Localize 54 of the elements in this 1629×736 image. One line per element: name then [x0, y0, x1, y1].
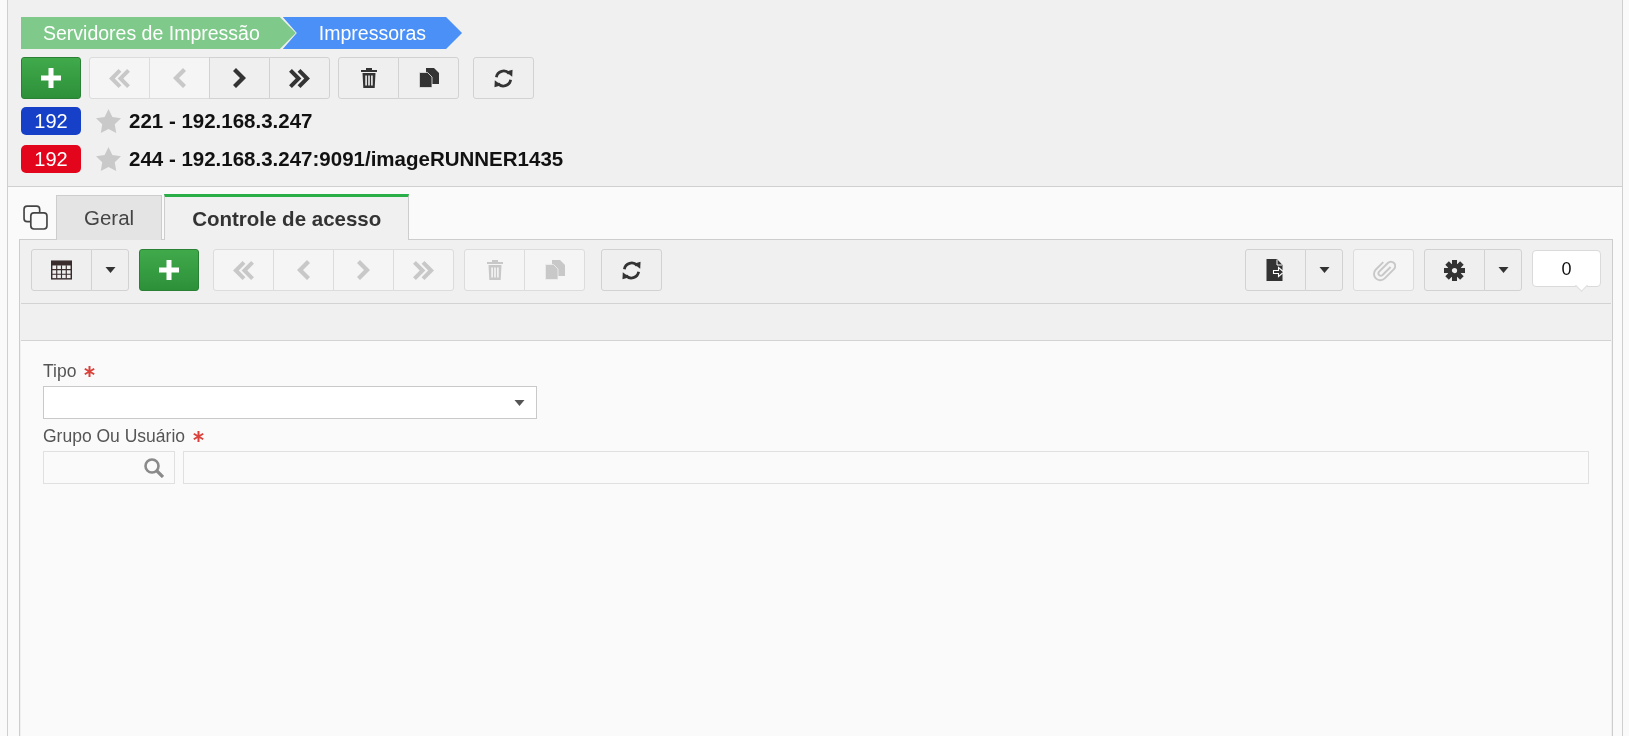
- search-icon: [144, 457, 164, 478]
- record-title: 244 - 192.168.3.247:9091/imageRUNNER1435: [129, 147, 564, 171]
- caret-icon: [1318, 267, 1330, 273]
- export-button[interactable]: [1245, 249, 1306, 291]
- tab[interactable]: Controle de acesso: [164, 194, 410, 240]
- settings-button[interactable]: [1424, 249, 1485, 291]
- plus-icon: [41, 68, 61, 88]
- select-field[interactable]: [43, 386, 537, 419]
- plus-icon: [159, 260, 179, 280]
- field-label: Grupo Ou Usuário: [43, 425, 185, 447]
- last-button[interactable]: [269, 57, 330, 99]
- star-icon[interactable]: [96, 109, 121, 133]
- double-chevron-left-icon: [233, 260, 254, 280]
- copy-icon: [544, 260, 565, 280]
- caret-icon: [1497, 267, 1509, 273]
- dropdown-button[interactable]: [1484, 249, 1522, 291]
- record-counter: 0: [1532, 250, 1601, 293]
- dropdown-button[interactable]: [1305, 249, 1343, 291]
- double-chevron-right-icon: [289, 68, 310, 88]
- text-field[interactable]: [183, 451, 1589, 484]
- double-chevron-right-icon: [413, 260, 434, 280]
- tab[interactable]: Geral: [56, 195, 163, 240]
- lookup-field[interactable]: [43, 451, 175, 484]
- chevron-right-icon: [233, 68, 246, 88]
- file-arrow-icon: [1266, 259, 1285, 281]
- overlap-squares-icon[interactable]: [23, 205, 48, 230]
- refresh-icon: [621, 259, 642, 281]
- copy-icon: [418, 68, 439, 88]
- chevron-left-icon: [173, 68, 186, 88]
- number-badge: 192: [21, 107, 81, 135]
- star-icon[interactable]: [96, 147, 121, 171]
- duplicate-button[interactable]: [398, 57, 459, 99]
- chevron-right-icon: [357, 260, 370, 280]
- double-chevron-left-icon: [109, 68, 130, 88]
- caret-icon: [514, 399, 525, 406]
- delete-button[interactable]: [338, 57, 399, 99]
- number-badge: 192: [21, 145, 81, 173]
- trash-icon: [486, 260, 503, 280]
- settings-icon: [1444, 259, 1465, 281]
- paperclip-icon: [1371, 258, 1396, 282]
- next-button[interactable]: [209, 57, 270, 99]
- refresh-button[interactable]: [473, 57, 534, 99]
- trash-icon: [360, 68, 377, 88]
- view-button[interactable]: [31, 249, 92, 291]
- record-title: 221 - 192.168.3.247: [129, 109, 313, 133]
- refresh-icon: [493, 67, 514, 89]
- chevron-left-icon: [297, 260, 310, 280]
- refresh-button[interactable]: [601, 249, 662, 291]
- table-icon: [51, 260, 72, 280]
- dropdown-button[interactable]: [91, 249, 129, 291]
- add-button[interactable]: [21, 57, 81, 99]
- caret-icon: [104, 267, 116, 273]
- add-button[interactable]: [139, 249, 199, 291]
- field-label: Tipo: [43, 360, 77, 382]
